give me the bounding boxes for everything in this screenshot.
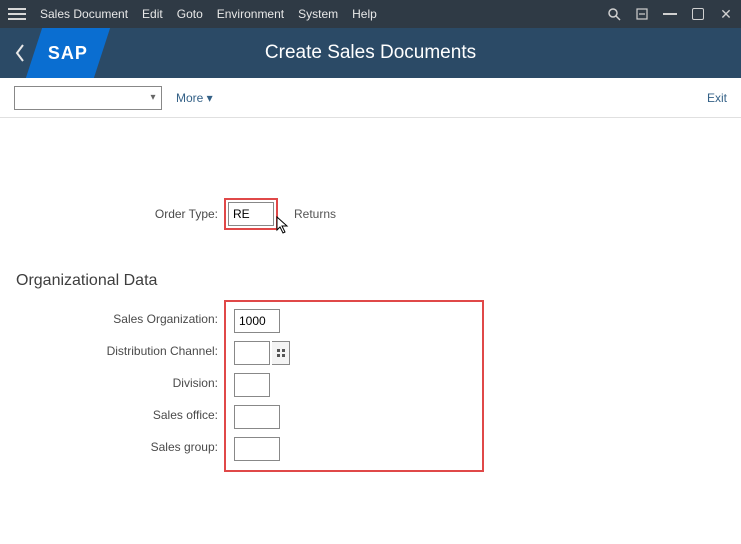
menu-sales-document[interactable]: Sales Document — [40, 7, 128, 21]
more-button[interactable]: More ▾ — [176, 91, 213, 105]
dist-channel-label: Distribution Channel: — [10, 338, 224, 364]
exit-button[interactable]: Exit — [707, 91, 727, 105]
maximize-icon[interactable] — [691, 7, 705, 21]
transaction-combo[interactable]: ▾ — [14, 86, 162, 110]
sales-office-label: Sales office: — [10, 402, 224, 428]
minimize-icon[interactable] — [663, 7, 677, 21]
menu-hamburger-icon[interactable] — [8, 5, 26, 23]
search-icon[interactable] — [607, 7, 621, 21]
order-type-description: Returns — [288, 207, 336, 221]
division-label: Division: — [10, 370, 224, 396]
org-data-highlight-box — [224, 300, 484, 472]
sales-org-label: Sales Organization: — [10, 306, 224, 332]
org-data-section-title: Organizational Data — [16, 272, 731, 290]
dist-channel-f4-icon[interactable] — [272, 341, 290, 365]
menu-environment[interactable]: Environment — [217, 7, 284, 21]
menu-system[interactable]: System — [298, 7, 338, 21]
chevron-down-icon[interactable]: ▾ — [145, 92, 161, 103]
menu-edit[interactable]: Edit — [142, 7, 163, 21]
sales-group-input[interactable] — [234, 437, 280, 461]
order-type-label: Order Type: — [10, 207, 224, 221]
transaction-input[interactable] — [15, 87, 145, 109]
order-type-input[interactable] — [228, 202, 274, 226]
sales-office-input[interactable] — [234, 405, 280, 429]
sales-group-label: Sales group: — [10, 434, 224, 460]
menu-help[interactable]: Help — [352, 7, 377, 21]
command-icon[interactable] — [635, 7, 649, 21]
menu-goto[interactable]: Goto — [177, 7, 203, 21]
sap-logo: SAP — [26, 28, 110, 78]
dist-channel-input[interactable] — [234, 341, 270, 365]
sales-org-input[interactable] — [234, 309, 280, 333]
page-title: Create Sales Documents — [0, 42, 741, 64]
close-icon[interactable]: ✕ — [719, 7, 733, 21]
division-input[interactable] — [234, 373, 270, 397]
